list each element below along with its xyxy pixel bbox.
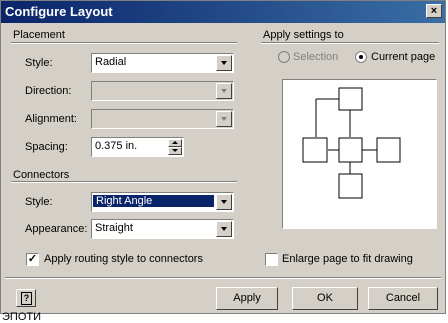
chevron-down-icon[interactable]	[216, 55, 232, 71]
enlarge-page-label[interactable]: Enlarge page to fit drawing	[282, 253, 413, 265]
connectors-header: Connectors	[13, 169, 74, 181]
placement-separator	[11, 42, 237, 44]
placement-style-label: Style:	[25, 57, 53, 69]
spin-down-icon[interactable]	[168, 147, 182, 155]
connector-style-value: Right Angle	[93, 195, 214, 207]
apply-button[interactable]: Apply	[216, 287, 278, 310]
checkmark-icon: ✓	[27, 253, 38, 265]
close-icon: ×	[430, 5, 438, 17]
direction-select[interactable]	[91, 81, 234, 101]
title-bar: Configure Layout ×	[1, 1, 445, 23]
appearance-select[interactable]: Straight	[91, 219, 234, 239]
current-page-radio-label[interactable]: Current page	[371, 51, 435, 63]
placement-style-value: Radial	[95, 56, 127, 68]
direction-label: Direction:	[25, 85, 72, 97]
enlarge-page-checkbox[interactable]	[265, 253, 278, 266]
cancel-button[interactable]: Cancel	[368, 287, 438, 310]
node-bottom	[338, 173, 363, 199]
chevron-down-icon[interactable]	[216, 83, 232, 99]
appearance-label: Appearance:	[25, 223, 88, 235]
routing-style-checkbox[interactable]: ✓	[26, 253, 39, 266]
background-text: ЭПОТИ	[2, 311, 41, 323]
dialog-title: Configure Layout	[5, 4, 113, 19]
selection-radio-label[interactable]: Selection	[293, 51, 338, 63]
node-right	[376, 137, 401, 163]
connector-style-select[interactable]: Right Angle	[91, 192, 234, 212]
spacing-label: Spacing:	[25, 141, 68, 153]
connectors-separator	[11, 181, 237, 183]
connector-style-label: Style:	[25, 196, 53, 208]
placement-header: Placement	[13, 29, 69, 41]
chevron-down-icon[interactable]	[216, 194, 232, 210]
layout-preview	[282, 79, 437, 229]
selection-radio[interactable]	[278, 51, 290, 63]
routing-style-label[interactable]: Apply routing style to connectors	[44, 253, 203, 265]
spin-up-icon[interactable]	[168, 139, 182, 147]
ok-button[interactable]: OK	[292, 287, 358, 310]
alignment-select[interactable]	[91, 109, 234, 129]
alignment-label: Alignment:	[25, 113, 77, 125]
close-button[interactable]: ×	[426, 4, 442, 18]
apply-settings-header: Apply settings to	[263, 29, 348, 41]
radio-dot-icon	[359, 55, 363, 59]
node-center	[338, 137, 363, 163]
help-button[interactable]: ?	[16, 289, 36, 307]
node-top	[338, 87, 363, 111]
placement-style-select[interactable]: Radial	[91, 53, 234, 73]
spacing-stepper[interactable]: 0.375 in.	[91, 137, 184, 157]
background-document: ЭПОТИ	[0, 311, 448, 323]
help-icon: ?	[21, 292, 32, 305]
apply-settings-separator	[261, 42, 439, 44]
appearance-value: Straight	[95, 222, 133, 234]
node-left	[302, 137, 328, 163]
radial-layout-diagram	[302, 87, 401, 199]
bottom-separator	[5, 277, 441, 279]
spacing-value[interactable]: 0.375 in.	[95, 140, 137, 152]
chevron-down-icon[interactable]	[216, 221, 232, 237]
configure-layout-dialog: Configure Layout × Placement Style: Radi…	[0, 0, 446, 314]
chevron-down-icon[interactable]	[216, 111, 232, 127]
current-page-radio[interactable]	[355, 51, 367, 63]
